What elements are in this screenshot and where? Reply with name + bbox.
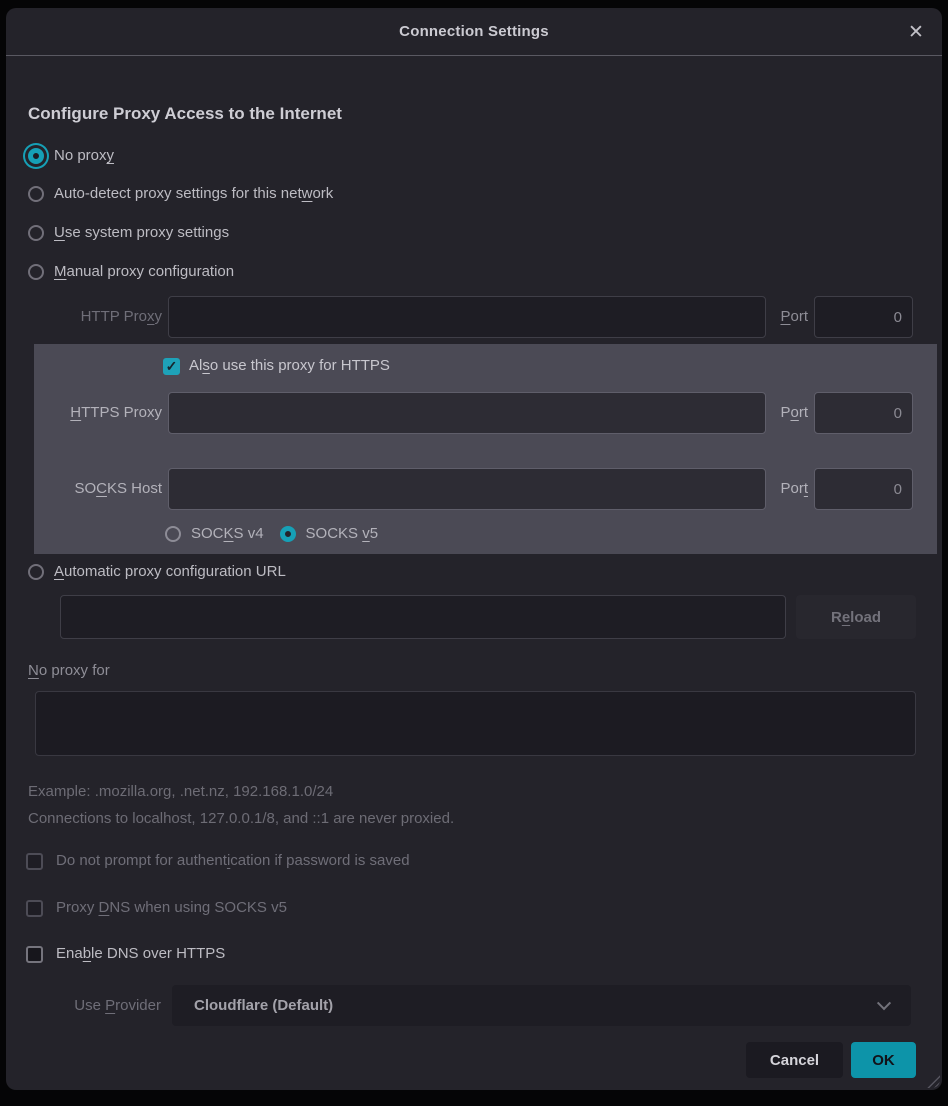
radio-no-proxy[interactable]: No proxy: [28, 144, 114, 168]
no-proxy-for-textarea[interactable]: [35, 691, 916, 756]
close-icon[interactable]: ✕: [902, 18, 930, 46]
page-title: Configure Proxy Access to the Internet: [28, 104, 342, 124]
http-proxy-label: HTTP Proxy: [28, 296, 162, 338]
radio-icon-manual-proxy[interactable]: [28, 264, 44, 280]
dialog-title: Connection Settings: [399, 23, 549, 40]
https-port-label: Port: [768, 392, 808, 434]
no-proxy-for-label: No proxy for: [28, 661, 110, 681]
http-proxy-input[interactable]: [168, 296, 766, 338]
socks-host-label: SOCKS Host: [28, 468, 162, 510]
dialog-titlebar: Connection Settings ✕: [6, 8, 942, 56]
no-prompt-checkbox-row[interactable]: Do not prompt for authentication if pass…: [26, 851, 410, 871]
radio-auto-url[interactable]: Automatic proxy configuration URL: [28, 560, 286, 584]
proxy-dns-label[interactable]: Proxy DNS when using SOCKS v5: [56, 898, 287, 918]
http-port-input[interactable]: [814, 296, 913, 338]
use-provider-label: Use Provider: [28, 985, 161, 1026]
example-hint: Example: .mozilla.org, .net.nz, 192.168.…: [28, 783, 333, 800]
doh-checkbox[interactable]: [26, 946, 43, 963]
doh-checkbox-row[interactable]: Enable DNS over HTTPS: [26, 944, 225, 964]
https-proxy-label: HTTPS Proxy: [28, 392, 162, 434]
radio-manual-proxy[interactable]: Manual proxy configuration: [28, 260, 234, 284]
https-port-input[interactable]: [814, 392, 913, 434]
radio-label-system-proxy[interactable]: Use system proxy settings: [54, 223, 229, 243]
localhost-note: Connections to localhost, 127.0.0.1/8, a…: [28, 810, 454, 827]
radio-icon-system-proxy[interactable]: [28, 225, 44, 241]
checkmark-icon: ✓: [166, 358, 178, 375]
provider-selected-value: Cloudflare (Default): [194, 997, 333, 1014]
provider-select[interactable]: Cloudflare (Default): [172, 985, 911, 1026]
ok-button[interactable]: OK: [851, 1042, 916, 1078]
radio-icon-auto-url[interactable]: [28, 564, 44, 580]
radio-icon-socks-v4[interactable]: [165, 526, 181, 542]
radio-label-no-proxy[interactable]: No proxy: [54, 146, 114, 166]
also-https-checkbox[interactable]: ✓: [163, 358, 180, 375]
radio-label-manual-proxy[interactable]: Manual proxy configuration: [54, 262, 234, 282]
also-https-checkbox-row[interactable]: ✓ Also use this proxy for HTTPS: [163, 356, 390, 376]
https-proxy-input[interactable]: [168, 392, 766, 434]
radio-icon-no-proxy[interactable]: [28, 148, 44, 164]
also-https-label[interactable]: Also use this proxy for HTTPS: [189, 356, 390, 376]
socks-port-input[interactable]: [814, 468, 913, 510]
radio-label-socks-v5[interactable]: SOCKS v5: [306, 524, 379, 544]
radio-auto-detect[interactable]: Auto-detect proxy settings for this netw…: [28, 182, 333, 206]
socks-port-label: Port: [768, 468, 808, 510]
reload-button[interactable]: Reload: [796, 595, 916, 639]
proxy-dns-checkbox[interactable]: [26, 900, 43, 917]
radio-system-proxy[interactable]: Use system proxy settings: [28, 221, 229, 245]
radio-icon-auto-detect[interactable]: [28, 186, 44, 202]
radio-label-auto-detect[interactable]: Auto-detect proxy settings for this netw…: [54, 184, 333, 204]
radio-icon-socks-v5[interactable]: [280, 526, 296, 542]
socks-version-radios: SOCKS v4 SOCKS v5: [165, 524, 378, 544]
doh-label[interactable]: Enable DNS over HTTPS: [56, 944, 225, 964]
socks-host-input[interactable]: [168, 468, 766, 510]
proxy-dns-checkbox-row[interactable]: Proxy DNS when using SOCKS v5: [26, 898, 287, 918]
no-prompt-label[interactable]: Do not prompt for authentication if pass…: [56, 851, 410, 871]
chevron-down-icon: [877, 996, 891, 1010]
radio-label-auto-url[interactable]: Automatic proxy configuration URL: [54, 562, 286, 582]
connection-settings-dialog: Connection Settings ✕ Configure Proxy Ac…: [6, 8, 942, 1090]
auto-url-input[interactable]: [60, 595, 786, 639]
http-port-label: Port: [768, 296, 808, 338]
resize-grip[interactable]: [926, 1074, 940, 1088]
no-prompt-checkbox[interactable]: [26, 853, 43, 870]
cancel-button[interactable]: Cancel: [746, 1042, 843, 1078]
radio-label-socks-v4[interactable]: SOCKS v4: [191, 524, 264, 544]
